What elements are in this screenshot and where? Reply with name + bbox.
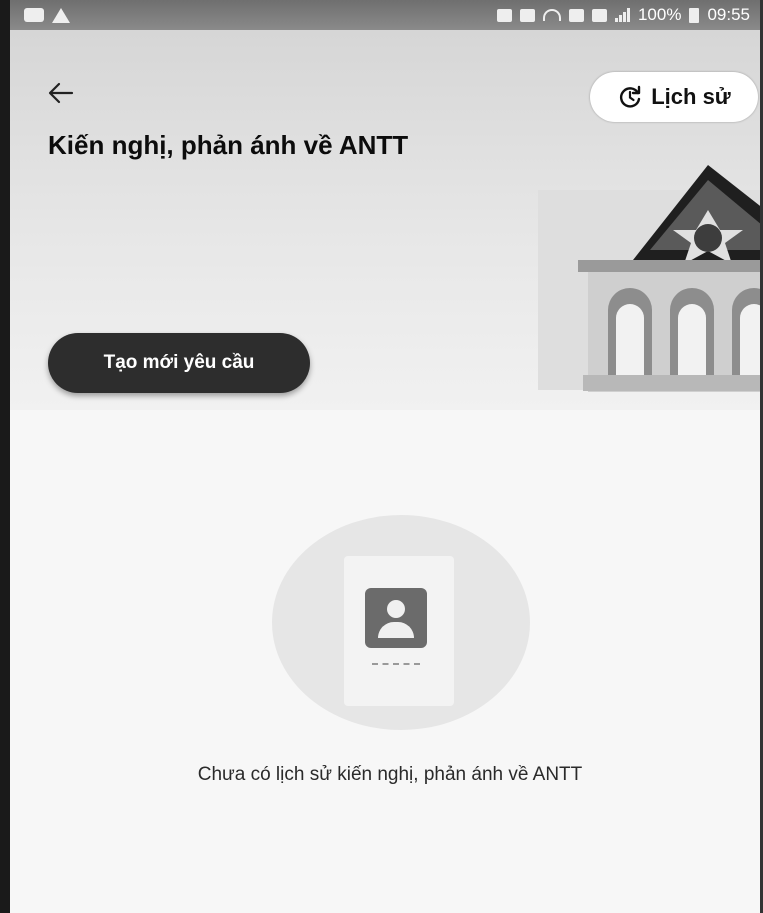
history-button[interactable]: Lịch sử bbox=[590, 72, 758, 122]
status-right: 100% 09:55 bbox=[496, 5, 750, 25]
police-building-illustration bbox=[538, 165, 760, 392]
history-label: Lịch sử bbox=[651, 84, 731, 109]
document-user-icon bbox=[365, 588, 427, 648]
notification-icon bbox=[24, 8, 44, 22]
arrow-left-icon bbox=[48, 82, 74, 104]
wifi-icon bbox=[542, 9, 561, 21]
app-screen: 100% 09:55 Lịch sử Kiến nghị, phản ánh v… bbox=[0, 0, 763, 913]
history-clock-icon bbox=[620, 85, 641, 108]
back-button[interactable] bbox=[46, 78, 82, 112]
mute-icon bbox=[496, 8, 512, 22]
create-request-button[interactable]: Tạo mới yêu cầu bbox=[48, 333, 310, 393]
warning-icon bbox=[52, 7, 70, 23]
page-title: Kiến nghị, phản ánh về ANTT bbox=[48, 130, 409, 160]
signal-icon bbox=[614, 8, 630, 22]
alarm-icon bbox=[519, 8, 535, 22]
status-bar: 100% 09:55 bbox=[10, 0, 760, 30]
status-left bbox=[24, 7, 70, 23]
document-lines bbox=[372, 663, 420, 667]
battery-icon bbox=[689, 7, 700, 23]
empty-state-message: Chưa có lịch sử kiến nghị, phản ánh về A… bbox=[197, 764, 583, 785]
battery-percent: 100% bbox=[637, 5, 682, 24]
data-icon bbox=[591, 8, 607, 22]
clock-time: 09:55 bbox=[707, 5, 750, 24]
sim-icon bbox=[568, 8, 584, 22]
